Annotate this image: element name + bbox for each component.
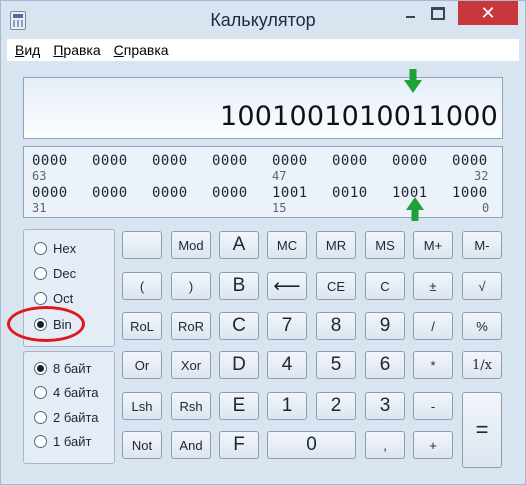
memory-subtract-button[interactable]: M- bbox=[462, 231, 502, 259]
maximize-button[interactable] bbox=[424, 1, 452, 25]
bit-group: 0000 bbox=[212, 153, 248, 169]
highlight-circle bbox=[7, 306, 85, 342]
digit-1-button[interactable]: 1 bbox=[267, 392, 307, 420]
display-value: 1001001010011000 bbox=[219, 101, 498, 132]
result-display: 1001001010011000 bbox=[23, 77, 503, 139]
menu-bar: Вид Правка Справка bbox=[7, 39, 519, 61]
minimize-button[interactable] bbox=[396, 1, 424, 25]
bit-position-label: 47 bbox=[272, 169, 287, 183]
bit-group: 0000 bbox=[152, 185, 188, 201]
bit-panel: 0000 0000 0000 0000 0000 0000 0000 0000 … bbox=[23, 146, 503, 218]
hex-a-button[interactable]: A bbox=[219, 231, 259, 259]
backspace-button[interactable]: ⟵ bbox=[267, 272, 307, 300]
bit-group: 0000 bbox=[272, 153, 308, 169]
bit-position-label: 15 bbox=[272, 201, 287, 215]
decimal-button[interactable]: , bbox=[365, 431, 405, 459]
radio-circle bbox=[34, 411, 47, 424]
open-paren-button[interactable]: ( bbox=[122, 272, 162, 300]
percent-button[interactable]: % bbox=[462, 312, 502, 340]
title-bar[interactable]: Калькулятор ✕ bbox=[1, 1, 525, 39]
digit-3-button[interactable]: 3 bbox=[365, 392, 405, 420]
radio-circle bbox=[34, 267, 47, 280]
memory-store-button[interactable]: MS bbox=[365, 231, 405, 259]
bit-position-label: 0 bbox=[482, 201, 490, 215]
close-icon: ✕ bbox=[480, 2, 496, 23]
hex-d-button[interactable]: D bbox=[219, 351, 259, 379]
subtract-button[interactable]: - bbox=[413, 392, 453, 420]
bit-group: 0000 bbox=[212, 185, 248, 201]
memory-recall-button[interactable]: MR bbox=[316, 231, 356, 259]
radio-dec[interactable]: Dec bbox=[34, 266, 76, 281]
not-button[interactable]: Not bbox=[122, 431, 162, 459]
radio-oct[interactable]: Oct bbox=[34, 291, 73, 306]
mod-button[interactable]: Mod bbox=[171, 231, 211, 259]
digit-4-button[interactable]: 4 bbox=[267, 351, 307, 379]
hex-b-button[interactable]: B bbox=[219, 272, 259, 300]
memory-clear-button[interactable]: MC bbox=[267, 231, 307, 259]
annotation-arrow-up-icon bbox=[406, 197, 424, 221]
bit-group: 0000 bbox=[452, 153, 488, 169]
clear-entry-button[interactable]: CE bbox=[316, 272, 356, 300]
add-button[interactable]: + bbox=[413, 431, 453, 459]
radio-hex[interactable]: Hex bbox=[34, 241, 76, 256]
radio-circle bbox=[34, 435, 47, 448]
close-button[interactable]: ✕ bbox=[458, 1, 518, 25]
word-size-radio-group: 8 байт 4 байта 2 байта 1 байт bbox=[23, 351, 115, 464]
digit-0-button[interactable]: 0 bbox=[267, 431, 356, 459]
radio-8-bytes[interactable]: 8 байт bbox=[34, 361, 91, 376]
calculator-window: Калькулятор ✕ Вид Правка Справка 1001001… bbox=[0, 0, 526, 485]
rotate-left-button[interactable]: RoL bbox=[122, 312, 162, 340]
menu-help[interactable]: Справка bbox=[114, 42, 169, 58]
divide-button[interactable]: / bbox=[413, 312, 453, 340]
digit-9-button[interactable]: 9 bbox=[365, 312, 405, 340]
digit-6-button[interactable]: 6 bbox=[365, 351, 405, 379]
hex-e-button[interactable]: E bbox=[219, 392, 259, 420]
multiply-button[interactable]: * bbox=[413, 351, 453, 379]
right-shift-button[interactable]: Rsh bbox=[171, 392, 211, 420]
bit-group: 0000 bbox=[92, 153, 128, 169]
negate-button[interactable]: ± bbox=[413, 272, 453, 300]
and-button[interactable]: And bbox=[171, 431, 211, 459]
bit-group: 0000 bbox=[32, 185, 68, 201]
radio-1-byte[interactable]: 1 байт bbox=[34, 434, 91, 449]
menu-view[interactable]: Вид bbox=[15, 42, 40, 58]
hex-f-button[interactable]: F bbox=[219, 431, 259, 459]
radio-4-bytes[interactable]: 4 байта bbox=[34, 385, 99, 400]
clear-button[interactable]: C bbox=[365, 272, 405, 300]
bit-group: 0000 bbox=[152, 153, 188, 169]
bit-position-label: 32 bbox=[474, 169, 489, 183]
radio-circle bbox=[34, 242, 47, 255]
digit-8-button[interactable]: 8 bbox=[316, 312, 356, 340]
xor-button[interactable]: Xor bbox=[171, 351, 211, 379]
reciprocal-button[interactable]: 1/x bbox=[462, 351, 502, 379]
radio-circle-selected bbox=[34, 362, 47, 375]
bit-group: 0010 bbox=[332, 185, 368, 201]
bit-position-label: 63 bbox=[32, 169, 47, 183]
bit-group: 0000 bbox=[392, 153, 428, 169]
square-root-button[interactable]: √ bbox=[462, 272, 502, 300]
annotation-arrow-down-icon bbox=[404, 69, 422, 93]
radio-circle bbox=[34, 386, 47, 399]
hex-c-button[interactable]: C bbox=[219, 312, 259, 340]
digit-5-button[interactable]: 5 bbox=[316, 351, 356, 379]
radio-2-bytes[interactable]: 2 байта bbox=[34, 410, 99, 425]
close-paren-button[interactable]: ) bbox=[171, 272, 211, 300]
memory-add-button[interactable]: M+ bbox=[413, 231, 453, 259]
rotate-right-button[interactable]: RoR bbox=[171, 312, 211, 340]
bit-group: 1000 bbox=[452, 185, 488, 201]
left-shift-button[interactable]: Lsh bbox=[122, 392, 162, 420]
equals-button[interactable]: = bbox=[462, 392, 502, 468]
blank-button[interactable] bbox=[122, 231, 162, 259]
or-button[interactable]: Or bbox=[122, 351, 162, 379]
radio-circle bbox=[34, 292, 47, 305]
bit-position-label: 31 bbox=[32, 201, 47, 215]
digit-2-button[interactable]: 2 bbox=[316, 392, 356, 420]
bit-group: 0000 bbox=[332, 153, 368, 169]
bit-group: 0000 bbox=[92, 185, 128, 201]
bit-group: 0000 bbox=[32, 153, 68, 169]
menu-edit[interactable]: Правка bbox=[53, 42, 100, 58]
bit-group: 1001 bbox=[272, 185, 308, 201]
digit-7-button[interactable]: 7 bbox=[267, 312, 307, 340]
